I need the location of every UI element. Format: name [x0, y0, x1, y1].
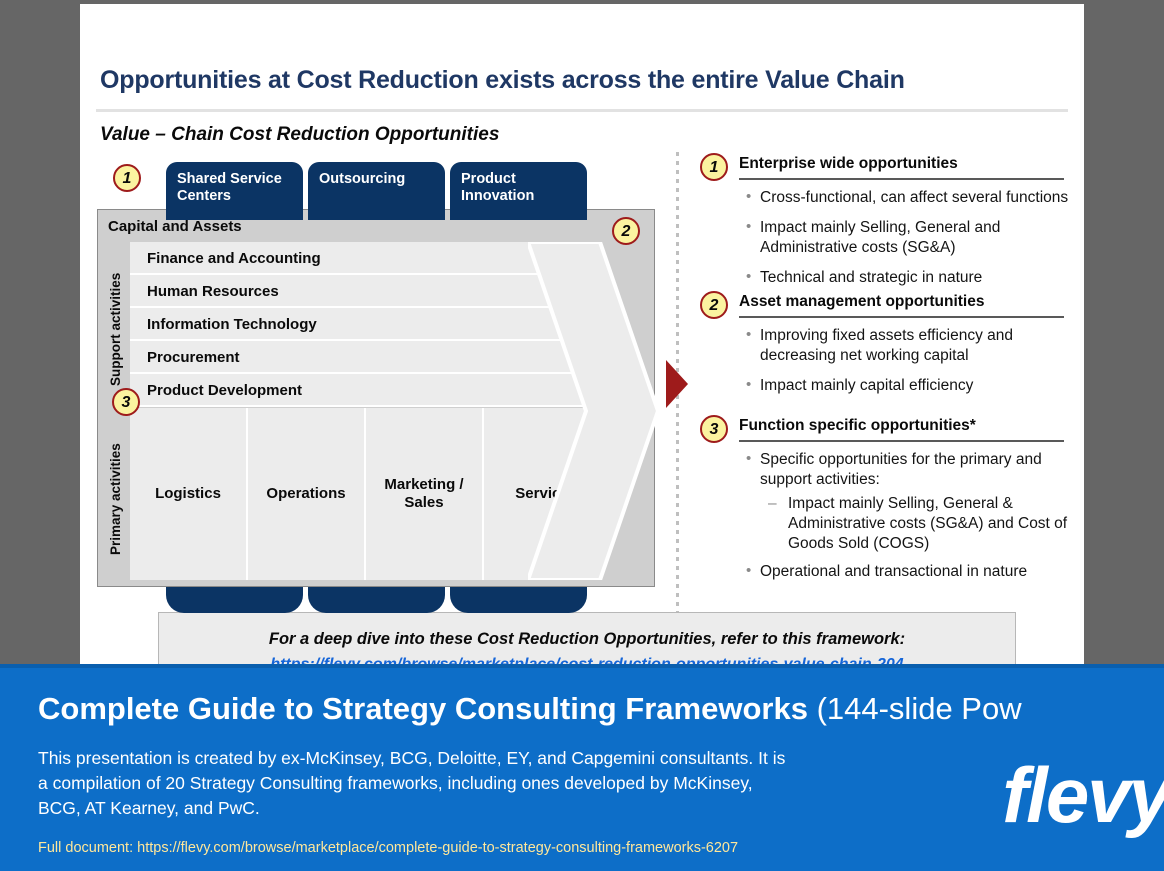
sub-list-item: Impact mainly Selling, General & Adminis… — [768, 494, 1072, 554]
tab-product-innovation[interactable]: Product Innovation — [450, 162, 587, 220]
banner-title: Complete Guide to Strategy Consulting Fr… — [38, 691, 1022, 727]
opportunity-1-marker: 1 — [700, 153, 728, 181]
list-item: Specific opportunities for the primary a… — [746, 449, 1072, 490]
red-arrow-icon — [666, 360, 688, 408]
opportunity-2-header: 2 Asset management opportunities — [700, 290, 1072, 320]
opportunity-3-header: 3 Function specific opportunities* — [700, 414, 1072, 444]
marker-2: 2 — [612, 217, 640, 245]
opportunity-3-title: Function specific opportunities* — [739, 417, 976, 434]
banner-full-document-link[interactable]: Full document: https://flevy.com/browse/… — [38, 840, 738, 856]
slide-subtitle: Value – Chain Cost Reduction Opportuniti… — [100, 124, 500, 145]
axis-label-primary-activities: Primary activities — [108, 443, 123, 555]
primary-col-logistics: Logistics — [130, 408, 248, 580]
opportunity-block-2: 2 Asset management opportunities Improvi… — [700, 290, 1072, 396]
list-item: Cross-functional, can affect several fun… — [746, 187, 1072, 208]
value-chain-diagram: Capital and Assets Support activities Pr… — [97, 209, 658, 587]
opportunity-1-rule — [739, 178, 1064, 180]
list-item: Impact mainly capital efficiency — [746, 375, 1072, 396]
list-item: Impact mainly Selling, General and Admin… — [746, 217, 1072, 258]
promo-banner: Complete Guide to Strategy Consulting Fr… — [0, 664, 1164, 871]
screenshot-root: Opportunities at Cost Reduction exists a… — [0, 0, 1164, 871]
opportunity-2-marker: 2 — [700, 291, 728, 319]
primary-col-operations: Operations — [248, 408, 366, 580]
opportunity-3-bullets: Specific opportunities for the primary a… — [746, 449, 1072, 582]
opportunity-2-title: Asset management opportunities — [739, 293, 985, 310]
marker-1: 1 — [113, 164, 141, 192]
banner-top-rule — [0, 664, 1164, 668]
callout-text: For a deep dive into these Cost Reductio… — [268, 630, 906, 648]
list-item: Operational and transactional in nature — [746, 561, 1072, 582]
title-divider — [96, 109, 1068, 112]
opportunity-3-rule — [739, 440, 1064, 442]
banner-title-thin: (144-slide Pow — [807, 691, 1022, 726]
opportunity-3-marker: 3 — [700, 415, 728, 443]
banner-title-bold: Complete Guide to Strategy Consulting Fr… — [38, 691, 808, 726]
opportunity-2-bullets: Improving fixed assets efficiency and de… — [746, 325, 1072, 396]
opportunity-1-header: 1 Enterprise wide opportunities — [700, 152, 1072, 182]
opportunity-block-1: 1 Enterprise wide opportunities Cross-fu… — [700, 152, 1072, 288]
tab-shared-service-centers[interactable]: Shared Service Centers — [166, 162, 303, 220]
tab-outsourcing[interactable]: Outsourcing — [308, 162, 445, 220]
slide-canvas: Opportunities at Cost Reduction exists a… — [80, 4, 1084, 736]
opportunity-1-title: Enterprise wide opportunities — [739, 155, 958, 172]
value-chain-header: Capital and Assets — [108, 218, 242, 235]
value-chain-arrowhead-icon — [528, 242, 658, 580]
opportunity-2-rule — [739, 316, 1064, 318]
list-item: Improving fixed assets efficiency and de… — [746, 325, 1072, 366]
flevy-logo: flevy — [1002, 751, 1164, 839]
banner-description: This presentation is created by ex-McKin… — [38, 748, 786, 818]
opportunity-3-sub-bullets: Impact mainly Selling, General & Adminis… — [768, 494, 1072, 554]
opportunity-1-bullets: Cross-functional, can affect several fun… — [746, 187, 1072, 288]
opportunity-block-3: 3 Function specific opportunities* Speci… — [700, 414, 1072, 582]
page-title: Opportunities at Cost Reduction exists a… — [100, 66, 905, 94]
opportunities-panel: 1 Enterprise wide opportunities Cross-fu… — [700, 152, 1072, 592]
marker-3: 3 — [112, 388, 140, 416]
list-item: Technical and strategic in nature — [746, 267, 1072, 288]
primary-col-marketing-sales: Marketing / Sales — [366, 408, 484, 580]
